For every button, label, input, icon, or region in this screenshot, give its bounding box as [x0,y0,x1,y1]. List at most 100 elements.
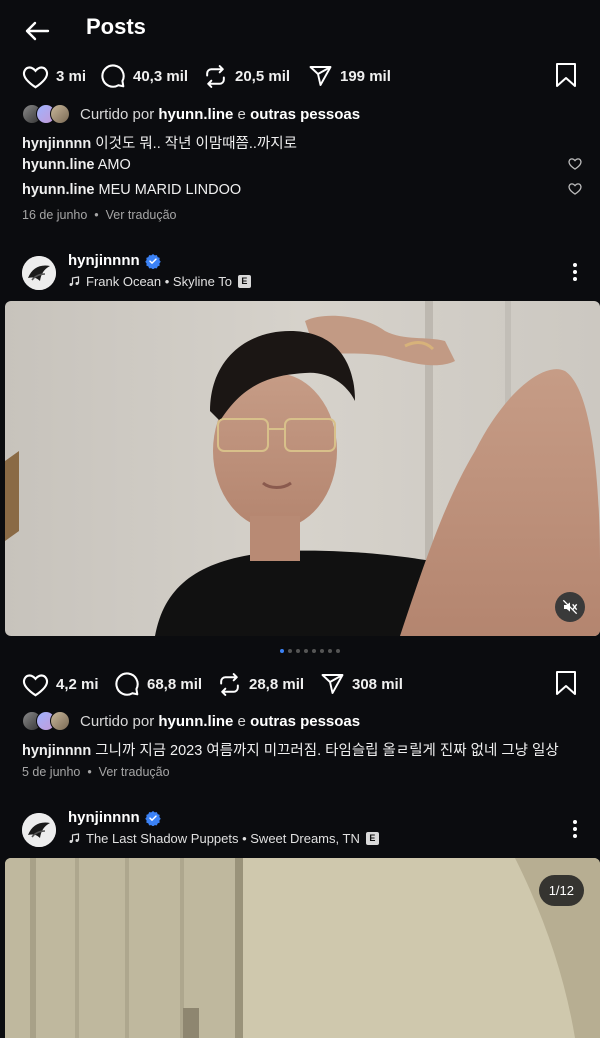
music-info[interactable]: Frank Ocean • Skyline To E [68,274,251,289]
page-title: Posts [86,14,146,39]
post-date: 16 de junho [22,208,88,222]
liked-by[interactable]: Curtido por hyunn.line e outras pessoas [22,102,360,126]
author-name[interactable]: hynjinnnn [68,809,161,826]
liked-avatars [22,104,70,124]
liked-others[interactable]: outras pessoas [250,713,360,730]
author-name[interactable]: hynjinnnn [68,252,161,269]
repost-count: 28,8 mil [249,675,305,693]
author-avatar[interactable] [22,256,56,290]
liked-prefix: Curtido por [80,712,155,730]
liked-prefix: Curtido por [80,105,155,123]
post-meta: 16 de junho • Ver tradução [22,208,177,222]
music-title: Frank Ocean • Skyline To [86,274,232,289]
carousel-dot [336,649,340,653]
explicit-badge: E [237,275,251,288]
back-arrow-icon[interactable] [22,16,52,46]
top-bar: Posts [0,0,600,58]
share-button[interactable]: 199 mil [308,59,391,93]
repost-icon [206,64,225,88]
carousel-dot [320,649,324,653]
verified-icon [144,253,161,269]
music-title: The Last Shadow Puppets • Sweet Dreams, … [86,831,360,846]
caption: hynjinnnn 그니까 지금 2023 여름까지 미끄러짐. 타임슬립 올ㄹ… [22,739,559,760]
post1-action-bar: 3 mi 40,3 mil 20,5 mil 199 mil [0,59,600,93]
repost-icon [220,672,239,696]
post-meta: 5 de junho • Ver tradução [22,765,170,779]
post-media[interactable]: 1/12 [5,858,600,1038]
carousel-dot [312,649,316,653]
caption-text: 그니까 지금 2023 여름까지 미끄러짐. 타임슬립 올ㄹ릴게 진짜 없네 그… [95,743,559,759]
translate-link[interactable]: Ver tradução [99,765,170,779]
liked-user[interactable]: hyunn.line [158,713,233,730]
comment-text: MEU MARID LINDOO [98,182,242,198]
post-media[interactable] [5,301,600,636]
comment-count: 40,3 mil [133,67,189,85]
liked-others[interactable]: outras pessoas [250,106,360,123]
repost-button[interactable]: 28,8 mil [217,667,304,701]
music-note-icon [69,276,80,286]
post-date: 5 de junho [22,765,81,779]
translate-link[interactable]: Ver tradução [106,208,177,222]
comment-username[interactable]: hyunn.line [22,157,95,173]
liked-mid: e [237,105,246,123]
repost-button[interactable]: 20,5 mil [203,59,290,93]
like-count: 4,2 mi [56,675,99,693]
comment-button[interactable]: 68,8 mil [114,667,202,701]
liked-avatars [22,711,70,731]
liked-mid: e [237,712,246,730]
like-button[interactable]: 3 mi [22,59,86,93]
carousel-dot [328,649,332,653]
comment-username[interactable]: hyunn.line [22,182,95,198]
carousel-dot [288,649,292,653]
share-button[interactable]: 308 mil [320,667,403,701]
comment-like-icon[interactable] [568,182,582,196]
share-icon [309,66,332,86]
author-username[interactable]: hynjinnnn [68,809,140,826]
more-icon[interactable] [570,817,580,841]
comment-text: AMO [97,157,131,173]
carousel-dots [280,649,340,653]
author-avatar[interactable] [22,813,56,847]
carousel-dot [296,649,300,653]
post-header: hynjinnnn Frank Ocean • Skyline To E [22,252,582,296]
liked-by[interactable]: Curtido por hyunn.line e outras pessoas [22,709,360,733]
share-count: 308 mil [352,675,403,693]
heart-icon [22,673,49,696]
post2-action-bar: 4,2 mi 68,8 mil 28,8 mil 308 mil [0,667,600,701]
explicit-badge: E [365,832,379,845]
mute-icon[interactable] [555,592,585,622]
comment-button[interactable]: 40,3 mil [100,59,188,93]
carousel-dot [304,649,308,653]
comment-row: hyunn.line AMO [22,157,131,173]
caption-username[interactable]: hynjinnnn [22,743,91,759]
music-info[interactable]: The Last Shadow Puppets • Sweet Dreams, … [68,831,379,846]
avatar [50,711,70,731]
like-button[interactable]: 4,2 mi [22,667,99,701]
share-count: 199 mil [340,67,391,85]
comment-row: hyunn.line MEU MARID LINDOO [22,182,241,198]
comment-icon [115,672,139,696]
comment-icon [101,64,125,88]
liked-user[interactable]: hyunn.line [158,106,233,123]
like-count: 3 mi [56,67,87,85]
caption-username[interactable]: hynjinnnn [22,136,91,152]
music-note-icon [69,833,80,843]
post-photo [5,301,600,636]
comment-count: 68,8 mil [147,675,203,693]
caption-text: 이것도 뭐.. 작년 이맘때쯤..까지로 [95,136,297,152]
avatar [50,104,70,124]
caption: hynjinnnn 이것도 뭐.. 작년 이맘때쯤..까지로 [22,132,297,153]
bookmark-icon[interactable] [554,62,580,90]
post-header: hynjinnnn The Last Shadow Puppets • Swee… [22,809,582,853]
image-counter: 1/12 [538,875,584,906]
post-photo [5,858,600,1038]
repost-count: 20,5 mil [235,67,291,85]
bookmark-icon[interactable] [554,670,580,698]
verified-icon [144,810,161,826]
author-username[interactable]: hynjinnnn [68,252,140,269]
carousel-dot-active [280,649,284,653]
more-icon[interactable] [570,260,580,284]
heart-icon [22,65,49,88]
comment-like-icon[interactable] [568,157,582,171]
share-icon [321,674,344,694]
